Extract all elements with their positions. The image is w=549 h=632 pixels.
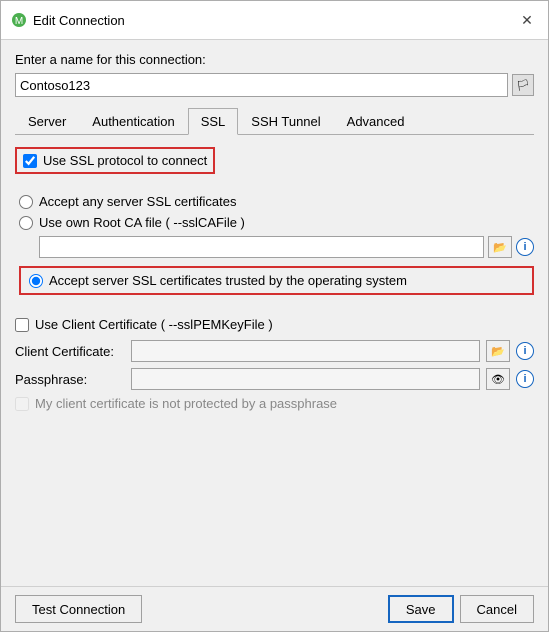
cancel-button[interactable]: Cancel (460, 595, 534, 623)
client-cert-input[interactable] (131, 340, 480, 362)
no-passphrase-text: My client certificate is not protected b… (35, 396, 337, 411)
save-button[interactable]: Save (388, 595, 454, 623)
tab-ssl[interactable]: SSL (188, 108, 239, 135)
tab-advanced[interactable]: Advanced (334, 108, 418, 135)
accept-os-text: Accept server SSL certificates trusted b… (49, 273, 407, 288)
passphrase-info-button[interactable]: i (516, 370, 534, 388)
ca-file-info-button[interactable]: i (516, 238, 534, 256)
use-client-cert-label: Use Client Certificate ( --sslPEMKeyFile… (15, 317, 534, 332)
accept-os-radio[interactable] (29, 274, 43, 288)
passphrase-eye-button[interactable]: 👁 (486, 368, 510, 390)
info-icon-pass: i (523, 373, 526, 385)
use-ssl-outlined: Use SSL protocol to connect (15, 147, 215, 174)
use-ssl-wrapper: Use SSL protocol to connect (15, 147, 534, 174)
connection-name-row: 🏳 (15, 73, 534, 97)
test-connection-button[interactable]: Test Connection (15, 595, 142, 623)
title-bar: M Edit Connection ✕ (1, 1, 548, 40)
title-bar-left: M Edit Connection (11, 12, 125, 28)
use-ssl-label: Use SSL protocol to connect (23, 153, 207, 168)
client-cert-browse-button[interactable]: 📂 (486, 340, 510, 362)
ca-file-row: 📂 i (19, 236, 534, 258)
no-passphrase-checkbox[interactable] (15, 397, 29, 411)
radio-options: Accept any server SSL certificates Use o… (15, 194, 534, 297)
accept-os-outlined: Accept server SSL certificates trusted b… (19, 266, 534, 295)
accept-any-radio[interactable] (19, 195, 33, 209)
info-icon-cert: i (523, 345, 526, 357)
eye-icon: 👁 (491, 373, 505, 386)
accept-any-option: Accept any server SSL certificates (19, 194, 534, 209)
tab-authentication[interactable]: Authentication (79, 108, 187, 135)
ca-file-input[interactable] (39, 236, 484, 258)
footer-right: Save Cancel (388, 595, 534, 623)
close-icon: ✕ (521, 12, 533, 29)
flag-icon: 🏳 (516, 79, 530, 92)
dialog-title: Edit Connection (33, 13, 125, 28)
info-icon: i (523, 241, 526, 253)
edit-connection-dialog: M Edit Connection ✕ Enter a name for thi… (0, 0, 549, 632)
passphrase-input[interactable] (131, 368, 480, 390)
ca-file-browse-button[interactable]: 📂 (488, 236, 512, 258)
ssl-content: Use SSL protocol to connect Accept any s… (15, 147, 534, 574)
dialog-body: Enter a name for this connection: 🏳 Serv… (1, 40, 548, 586)
accept-any-text: Accept any server SSL certificates (39, 194, 237, 209)
passphrase-row: Passphrase: 👁 i (15, 368, 534, 390)
use-client-cert-text: Use Client Certificate ( --sslPEMKeyFile… (35, 317, 273, 332)
client-cert-info-button[interactable]: i (516, 342, 534, 360)
use-own-ca-text: Use own Root CA file ( --sslCAFile ) (39, 215, 245, 230)
footer: Test Connection Save Cancel (1, 586, 548, 631)
passphrase-label: Passphrase: (15, 372, 125, 387)
use-client-cert-checkbox[interactable] (15, 318, 29, 332)
folder-icon-cert: 📂 (491, 345, 505, 358)
svg-text:M: M (15, 16, 23, 27)
tab-ssh-tunnel[interactable]: SSH Tunnel (238, 108, 333, 135)
use-own-ca-radio[interactable] (19, 216, 33, 230)
client-cert-label: Client Certificate: (15, 344, 125, 359)
app-icon: M (11, 12, 27, 28)
accept-os-option: Accept server SSL certificates trusted b… (29, 273, 407, 288)
flag-button[interactable]: 🏳 (512, 74, 534, 96)
tab-server[interactable]: Server (15, 108, 79, 135)
close-button[interactable]: ✕ (516, 9, 538, 31)
client-cert-section: Use Client Certificate ( --sslPEMKeyFile… (15, 317, 534, 411)
use-ssl-text: Use SSL protocol to connect (43, 153, 207, 168)
no-passphrase-row: My client certificate is not protected b… (15, 396, 534, 411)
client-cert-row: Client Certificate: 📂 i (15, 340, 534, 362)
use-own-ca-option: Use own Root CA file ( --sslCAFile ) (19, 215, 534, 230)
use-ssl-checkbox[interactable] (23, 154, 37, 168)
tabs: Server Authentication SSL SSH Tunnel Adv… (15, 107, 534, 135)
connection-name-label: Enter a name for this connection: (15, 52, 534, 67)
folder-icon: 📂 (493, 241, 507, 254)
connection-name-input[interactable] (15, 73, 508, 97)
